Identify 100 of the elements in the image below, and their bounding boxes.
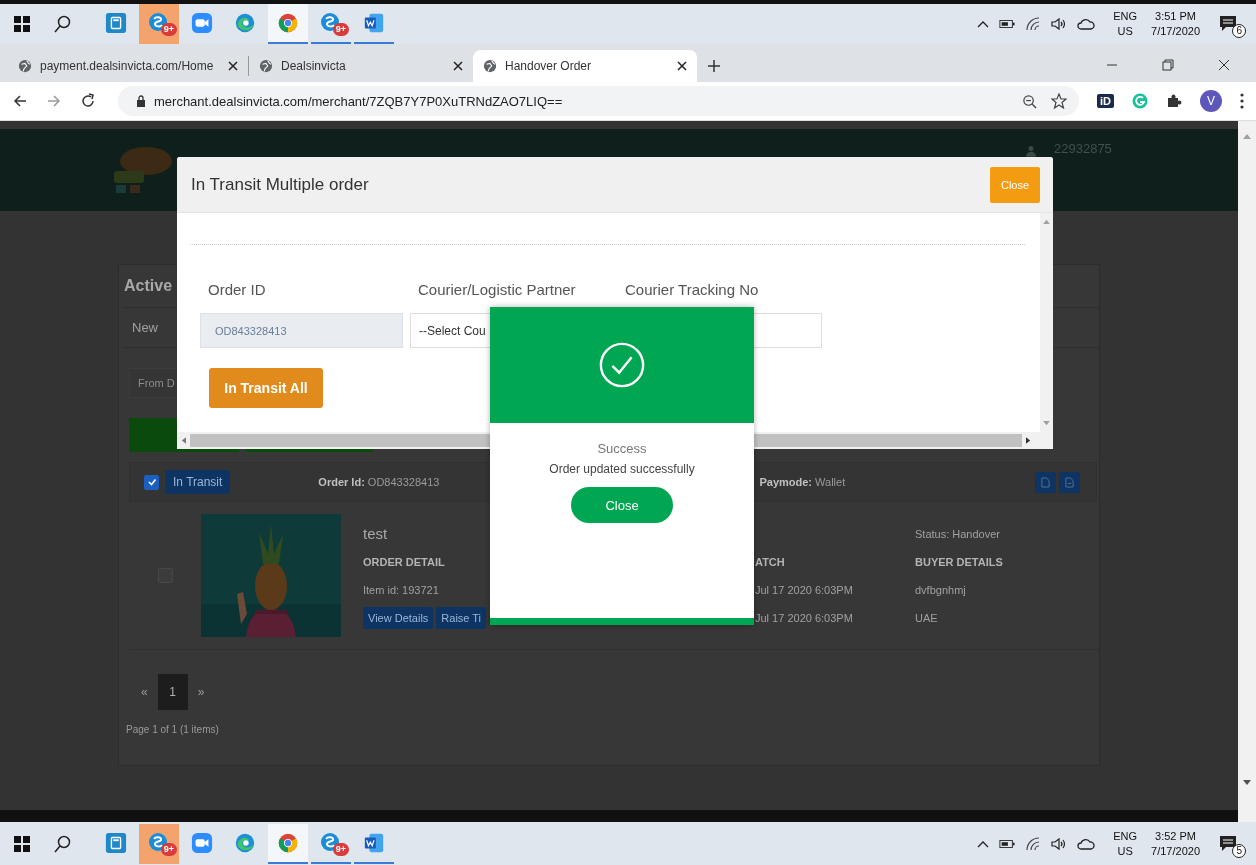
previous-page-link[interactable]: « bbox=[141, 685, 148, 699]
check-circle-icon bbox=[598, 341, 646, 389]
order-action-button[interactable]: View Details bbox=[363, 606, 434, 629]
battery-icon[interactable] bbox=[999, 838, 1016, 849]
clock-date[interactable]: 7/17/2020 bbox=[1151, 843, 1200, 859]
user-icon bbox=[1026, 145, 1036, 157]
column-heading: BUYER DETAILS bbox=[915, 555, 1004, 568]
start-icon[interactable] bbox=[14, 16, 30, 32]
arrow-left-icon[interactable] bbox=[181, 437, 186, 444]
browser-icon bbox=[234, 12, 256, 34]
page-link[interactable]: 1 bbox=[157, 674, 188, 710]
address-field[interactable]: merchant.dealsinvicta.com/merchant/7ZQB7Y7P0XuTRNdZAO7LIQ== bbox=[118, 86, 1079, 116]
section-heading: Active bbox=[124, 277, 173, 295]
clock-time[interactable]: 3:52 PM bbox=[1155, 828, 1196, 844]
browser-tab[interactable]: payment.dealsinvicta.com/Home bbox=[8, 50, 248, 82]
extension-button[interactable]: iD bbox=[1097, 94, 1114, 108]
speaker-icon[interactable] bbox=[1051, 836, 1068, 851]
search-icon[interactable] bbox=[54, 834, 72, 853]
delivery-date: Jul 17 2020 6:03PM bbox=[755, 611, 854, 624]
column-heading: ORDER DETAIL bbox=[363, 555, 446, 568]
lock-icon bbox=[136, 95, 146, 107]
forward-icon[interactable] bbox=[46, 93, 62, 109]
browser-icon bbox=[234, 831, 256, 854]
zoom-out-icon[interactable] bbox=[1022, 93, 1037, 109]
page-summary: Page 1 of 1 (1 items) bbox=[126, 724, 219, 735]
order-action-button[interactable]: Raise Ti bbox=[436, 606, 487, 629]
item-id: Item id: 193721 bbox=[363, 583, 440, 596]
browser-tab[interactable]: Handover Order bbox=[473, 50, 697, 82]
status-button[interactable]: In Transit bbox=[165, 470, 231, 494]
document-app-icon bbox=[363, 12, 385, 34]
message-icon bbox=[1218, 14, 1238, 34]
notification-badge: 9+ bbox=[160, 23, 177, 36]
paymode: Paymode: Wallet bbox=[759, 476, 846, 488]
notification-button[interactable]: 5 bbox=[1218, 830, 1244, 857]
language-label[interactable]: ENG bbox=[1113, 9, 1138, 24]
notification-button[interactable]: 6 bbox=[1218, 11, 1244, 37]
chevron-up-icon[interactable] bbox=[977, 839, 990, 848]
arrow-right-icon[interactable] bbox=[1026, 437, 1031, 444]
close-icon[interactable] bbox=[453, 61, 463, 71]
globe-icon bbox=[18, 59, 32, 73]
wifi-icon[interactable] bbox=[1025, 17, 1042, 31]
video-camera-icon bbox=[191, 12, 213, 34]
reload-icon[interactable] bbox=[80, 93, 96, 109]
file-icon bbox=[1065, 476, 1074, 488]
modal-title: In Transit Multiple order bbox=[191, 174, 369, 195]
dispatch-date: Jul 17 2020 6:03PM bbox=[755, 583, 854, 596]
taskbar-app[interactable]: 9+ bbox=[311, 823, 351, 864]
calculator-icon bbox=[105, 12, 127, 34]
globe-icon bbox=[483, 59, 497, 73]
star-icon[interactable] bbox=[1051, 93, 1067, 109]
video-camera-icon bbox=[191, 831, 213, 854]
browser-icon bbox=[277, 831, 299, 854]
check-icon bbox=[146, 477, 157, 487]
arrow-down-icon[interactable] bbox=[1243, 780, 1251, 786]
menu-icon[interactable] bbox=[1240, 93, 1244, 109]
close-icon[interactable] bbox=[228, 61, 238, 71]
notification-badge: 9+ bbox=[332, 23, 349, 36]
column-heading: ATCH bbox=[755, 555, 786, 568]
battery-icon[interactable] bbox=[999, 19, 1016, 29]
filter-tab[interactable]: New bbox=[132, 320, 158, 335]
browser-tab[interactable]: Dealsinvicta bbox=[249, 50, 473, 82]
buyer-name: dvfbgnhmj bbox=[915, 583, 967, 596]
next-page-link[interactable]: » bbox=[197, 685, 205, 699]
taskbar-app[interactable]: 9+ bbox=[139, 4, 179, 44]
close-icon[interactable] bbox=[677, 61, 687, 71]
taskbar-app[interactable]: 9+ bbox=[139, 823, 179, 864]
taskbar-app[interactable] bbox=[268, 823, 308, 864]
wifi-icon[interactable] bbox=[1025, 836, 1042, 851]
region-label[interactable]: US bbox=[1117, 843, 1133, 859]
new-tab-icon[interactable] bbox=[707, 59, 721, 73]
puzzle-icon[interactable] bbox=[1166, 93, 1182, 109]
dialog-title: Success bbox=[597, 441, 647, 456]
field-label: Order ID bbox=[207, 281, 267, 298]
speaker-icon[interactable] bbox=[1051, 17, 1068, 31]
buyer-country: UAE bbox=[915, 611, 939, 624]
language-label[interactable]: ENG bbox=[1113, 828, 1138, 844]
product-title: test bbox=[363, 525, 389, 542]
taskbar-app[interactable] bbox=[268, 4, 308, 44]
search-icon[interactable] bbox=[54, 15, 72, 33]
start-icon[interactable] bbox=[14, 835, 30, 852]
file-icon bbox=[1041, 476, 1050, 488]
field-label: Courier Tracking No bbox=[624, 281, 760, 298]
profile-avatar[interactable]: V bbox=[1200, 90, 1222, 112]
dialog-message: Order updated successfully bbox=[549, 462, 695, 476]
order-id: Order Id: OD843328413 bbox=[318, 476, 440, 488]
region-label[interactable]: US bbox=[1117, 24, 1133, 39]
order-status: Status: Handover bbox=[915, 527, 1001, 540]
clock-date[interactable]: 7/17/2020 bbox=[1151, 24, 1200, 39]
clock-time[interactable]: 3:51 PM bbox=[1155, 9, 1196, 24]
globe-icon bbox=[259, 59, 273, 73]
checkbox[interactable] bbox=[144, 474, 159, 490]
cloud-icon[interactable] bbox=[1077, 837, 1096, 850]
message-icon bbox=[1218, 833, 1238, 854]
close-icon[interactable] bbox=[1218, 59, 1230, 71]
restore-icon[interactable] bbox=[1162, 59, 1174, 71]
cloud-icon[interactable] bbox=[1077, 18, 1096, 30]
back-icon[interactable] bbox=[12, 93, 28, 109]
chevron-up-icon[interactable] bbox=[977, 20, 990, 28]
browser-icon bbox=[277, 12, 299, 34]
scrollbar[interactable] bbox=[1238, 121, 1256, 822]
